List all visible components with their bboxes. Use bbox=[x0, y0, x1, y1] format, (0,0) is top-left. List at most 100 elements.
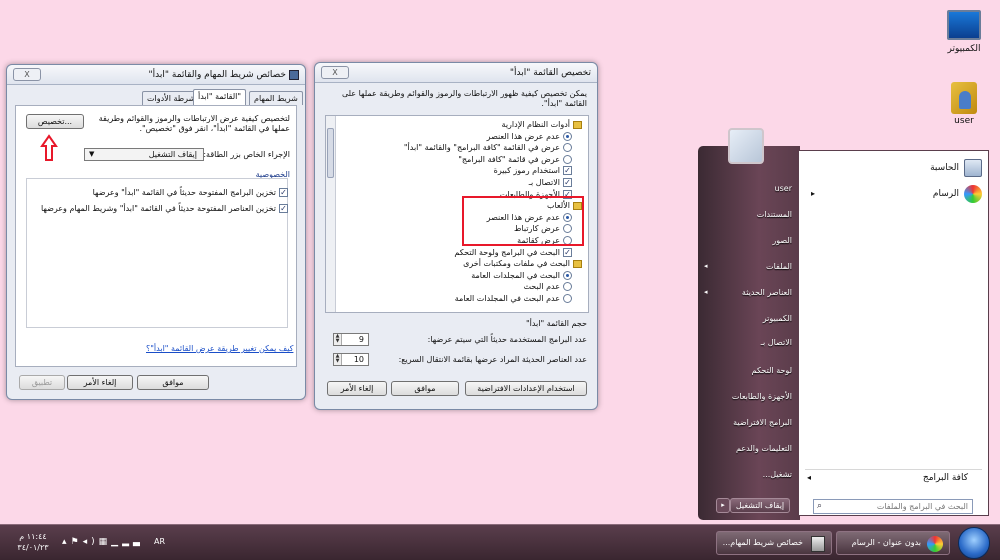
tab-taskbar[interactable]: شريط المهام bbox=[249, 91, 303, 105]
scrollbar[interactable] bbox=[326, 116, 336, 312]
taskbar-icon bbox=[289, 69, 299, 80]
defaults-button[interactable]: استخدام الإعدادات الافتراضية bbox=[465, 381, 587, 396]
desktop-icon-label: الكمبيوتر bbox=[947, 44, 981, 54]
user-picture[interactable] bbox=[728, 128, 764, 164]
flag-icon[interactable]: ⚑ bbox=[71, 537, 83, 547]
customize-description: لتخصيص كيفية عرض الارتباطات والرموز والق… bbox=[98, 114, 290, 133]
radio-icon bbox=[563, 143, 572, 153]
folder-icon bbox=[573, 259, 582, 268]
start-menu-item[interactable]: البرامج الافتراضية bbox=[733, 418, 792, 427]
all-programs[interactable]: كافة البرامج bbox=[923, 473, 968, 483]
recent-programs-label: عدد البرامج المستخدمة حديثاً التي سيتم ع… bbox=[427, 335, 587, 344]
chevron-down-icon: ▼ bbox=[89, 150, 95, 158]
help-link[interactable]: كيف يمكن تغيير طريقة عرض القائمة "ابدأ"؟ bbox=[146, 344, 293, 353]
privacy-group bbox=[26, 178, 288, 328]
network-icon[interactable]: ▦ bbox=[99, 537, 112, 547]
jumplist-label: عدد العناصر الحديثة المراد عرضها بقائمة … bbox=[398, 355, 587, 364]
option-radio[interactable]: عدم عرض هذا العنصر bbox=[487, 131, 572, 141]
submenu-arrow-icon: ▸ bbox=[811, 189, 816, 198]
computer-icon bbox=[947, 10, 981, 40]
start-menu-item[interactable]: المستندات bbox=[757, 210, 792, 219]
close-button[interactable]: X bbox=[13, 68, 41, 81]
options-list[interactable]: أدوات النظام الإدارية عدم عرض هذا العنصر ع… bbox=[325, 115, 589, 313]
customize-description: يمكن تخصيص كيفية ظهور الارتباطات والرموز… bbox=[341, 89, 587, 108]
checkbox-icon: ✓ bbox=[279, 188, 288, 197]
ok-button[interactable]: موافق bbox=[391, 381, 459, 396]
apply-button[interactable]: تطبيق bbox=[19, 375, 65, 390]
date: ٣٤/٠١/٢٣ bbox=[17, 543, 49, 552]
jumplist-spinner[interactable]: ▲ ▼ 10 bbox=[333, 353, 369, 366]
option-radio[interactable]: عدم البحث في المجلدات العامة bbox=[455, 294, 572, 303]
user-folder-icon bbox=[951, 82, 977, 114]
power-button-label: الإجراء الخاص بزر الطاقة: bbox=[203, 150, 290, 159]
scroll-thumb[interactable] bbox=[327, 128, 334, 178]
start-menu-item[interactable]: العناصر الحديثة bbox=[742, 288, 792, 297]
spinner-arrows-icon[interactable]: ▲ ▼ bbox=[334, 354, 342, 365]
start-menu-item[interactable]: user bbox=[775, 184, 792, 193]
start-menu-item[interactable]: الملفات bbox=[766, 262, 792, 271]
paint-icon bbox=[964, 185, 982, 203]
shutdown-options-button[interactable]: ▸ bbox=[716, 498, 730, 513]
show-hidden-icon[interactable]: ▴ bbox=[62, 537, 71, 547]
taskbar-icon bbox=[811, 536, 825, 552]
start-menu-item[interactable]: الأجهزة والطابعات bbox=[732, 392, 792, 401]
volume-icon[interactable]: ◂) bbox=[83, 537, 99, 547]
option-checkbox[interactable]: ✓ البحث في البرامج ولوحة التحكم bbox=[454, 247, 572, 257]
search-icon: ⌕ bbox=[817, 501, 823, 511]
option-checkbox[interactable]: ✓ الاتصال بـ bbox=[529, 178, 572, 187]
start-menu-item[interactable]: الاتصال بـ bbox=[761, 338, 792, 347]
signal-icon[interactable]: ▁▂▃ bbox=[111, 537, 144, 547]
start-menu-item[interactable]: لوحة التحكم bbox=[752, 366, 792, 375]
calculator-icon bbox=[964, 159, 982, 177]
close-button[interactable]: X bbox=[321, 66, 349, 79]
pinned-item-calculator[interactable]: الحاسبة bbox=[930, 159, 982, 177]
checkbox-icon: ✓ bbox=[563, 178, 572, 187]
desktop-icon-user[interactable]: user bbox=[934, 82, 994, 126]
radio-icon bbox=[563, 282, 572, 292]
window-title: تخصيص القائمة "ابدأ" bbox=[509, 67, 591, 78]
search-input[interactable]: البحث في البرامج والملفات ⌕ bbox=[813, 499, 973, 514]
start-menu-item[interactable]: تشغيل... bbox=[763, 470, 792, 479]
taskbar: بدون عنوان - الرسام خصائص شريط المهام...… bbox=[0, 524, 1000, 560]
submenu-arrow-icon: ◂ bbox=[704, 262, 708, 270]
power-button-select[interactable]: إيقاف التشغيل ▼ bbox=[84, 148, 204, 161]
chevron-right-icon: ◂ bbox=[807, 473, 812, 482]
start-menu-right-pane: user المستندات الصور الملفات ◂ العناصر الحديث… bbox=[698, 128, 800, 520]
task-paint[interactable]: بدون عنوان - الرسام bbox=[836, 531, 950, 555]
cancel-button[interactable]: إلغاء الأمر bbox=[327, 381, 387, 396]
start-button[interactable] bbox=[958, 527, 990, 559]
customize-button[interactable]: تخصيص... bbox=[26, 114, 84, 129]
option-checkbox[interactable]: ✓ استخدام رموز كبيرة bbox=[494, 166, 572, 176]
shutdown-button[interactable]: إيقاف التشغيل bbox=[730, 498, 790, 513]
spinner-arrows-icon[interactable]: ▲ ▼ bbox=[334, 334, 342, 345]
desktop-icon-computer[interactable]: الكمبيوتر bbox=[934, 10, 994, 54]
cancel-button[interactable]: إلغاء الأمر bbox=[67, 375, 133, 390]
start-menu-item[interactable]: الكمبيوتر bbox=[763, 314, 792, 323]
time: ١١:٤٤ م bbox=[19, 532, 47, 541]
option-radio[interactable]: عرض في قائمة "كافة البرامج" bbox=[458, 154, 572, 164]
start-menu-item[interactable]: الصور bbox=[772, 236, 792, 245]
tab-start-menu[interactable]: القائمة "ابدأ" bbox=[193, 89, 247, 105]
pinned-item-paint[interactable]: الرسام bbox=[933, 185, 982, 203]
checkbox-icon: ✓ bbox=[563, 247, 572, 257]
option-radio[interactable]: عرض في القائمة "كافة البرامج" والقائمة "… bbox=[404, 143, 572, 153]
customize-start-menu-window: X تخصيص القائمة "ابدأ" يمكن تخصيص كيفية … bbox=[314, 62, 598, 410]
privacy-programs-checkbox[interactable]: ✓ تخزين البرامج المفتوحة حديثاً في القائ… bbox=[93, 188, 288, 197]
option-group-header: أدوات النظام الإدارية bbox=[502, 120, 582, 129]
radio-icon bbox=[563, 294, 572, 303]
option-radio[interactable]: عدم البحث bbox=[523, 282, 572, 292]
language-indicator[interactable]: AR bbox=[154, 537, 165, 546]
divider bbox=[805, 469, 982, 470]
start-menu-item[interactable]: التعليمات والدعم bbox=[736, 444, 792, 453]
clock[interactable]: ١١:٤٤ م ٣٤/٠١/٢٣ bbox=[10, 531, 56, 553]
recent-programs-spinner[interactable]: ▲ ▼ 9 bbox=[333, 333, 369, 346]
option-radio[interactable]: البحث في المجلدات العامة bbox=[471, 270, 572, 280]
submenu-arrow-icon: ◂ bbox=[704, 288, 708, 296]
radio-icon bbox=[563, 131, 572, 141]
privacy-items-checkbox[interactable]: ✓ تخزين العناصر المفتوحة حديثاً في القائ… bbox=[41, 204, 288, 213]
paint-icon bbox=[927, 536, 943, 552]
ok-button[interactable]: موافق bbox=[137, 375, 209, 390]
radio-icon bbox=[563, 270, 572, 280]
task-taskbar-properties[interactable]: خصائص شريط المهام... bbox=[716, 531, 832, 555]
checkbox-icon: ✓ bbox=[563, 166, 572, 176]
